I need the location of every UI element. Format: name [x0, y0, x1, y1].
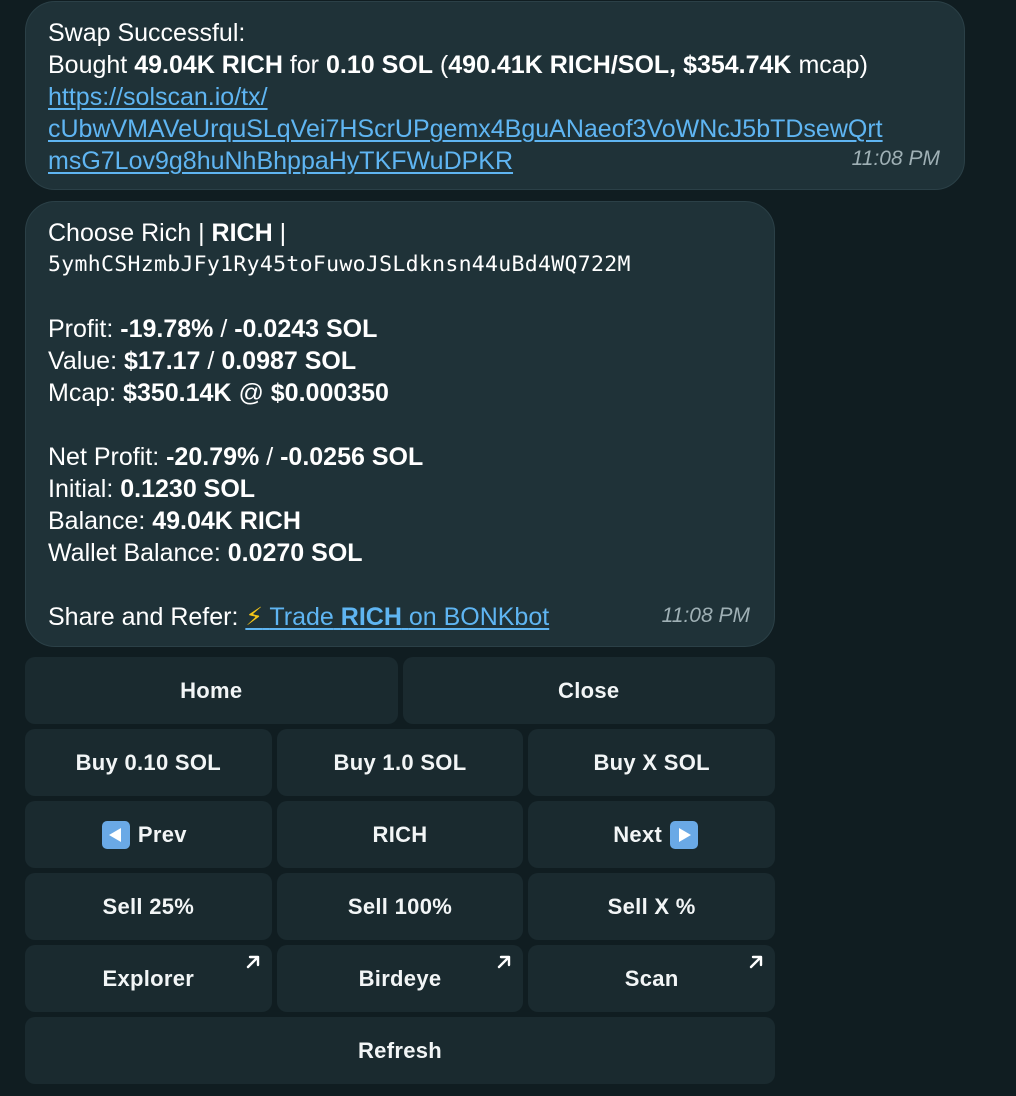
- net-profit-line: Net Profit: -20.79% / -0.0256 SOL: [48, 443, 424, 471]
- sell-25-button[interactable]: Sell 25%: [25, 873, 272, 940]
- swap-title: Swap Successful:: [48, 19, 246, 47]
- keyboard-row-6: Refresh: [25, 1017, 775, 1084]
- arrow-up-right-icon: [749, 955, 763, 969]
- refresh-button[interactable]: Refresh: [25, 1017, 775, 1084]
- sell-100-button[interactable]: Sell 100%: [276, 873, 524, 940]
- profit-line: Profit: -19.78% / -0.0243 SOL: [48, 315, 378, 343]
- right-triangle-icon: [670, 820, 699, 849]
- next-button[interactable]: Next: [528, 801, 776, 868]
- sell-x-button[interactable]: Sell X %: [528, 873, 776, 940]
- buy-1.0-sol-button[interactable]: Buy 1.0 SOL: [276, 729, 524, 796]
- swap-success-message: Swap Successful: Bought 49.04K RICH for …: [25, 1, 965, 190]
- keyboard-row-2: Buy 0.10 SOL Buy 1.0 SOL Buy X SOL: [25, 729, 776, 796]
- wallet-balance-line: Wallet Balance: 0.0270 SOL: [48, 539, 363, 567]
- message-timestamp: 11:08 PM: [851, 147, 940, 170]
- close-button[interactable]: Close: [402, 657, 775, 724]
- buy-x-sol-button[interactable]: Buy X SOL: [528, 729, 776, 796]
- share-line: Share and Refer: ⚡ Trade RICH on BONKbot: [48, 603, 550, 631]
- trade-bonkbot-link[interactable]: ⚡ Trade RICH on BONKbot: [245, 603, 549, 631]
- message-timestamp: 11:08 PM: [661, 604, 750, 627]
- mcap-line: Mcap: $350.14K @ $0.000350: [48, 379, 389, 407]
- keyboard-row-3: Prev RICH Next: [25, 801, 776, 868]
- chat-view: Swap Successful: Bought 49.04K RICH for …: [0, 0, 1016, 1096]
- solscan-link-line-3[interactable]: msG7Lov9g8huNhBhppaHyTKFWuDPKR: [48, 145, 942, 177]
- balance-line: Balance: 49.04K RICH: [48, 507, 301, 535]
- prev-button[interactable]: Prev: [25, 801, 272, 868]
- arrow-up-right-icon: [498, 955, 511, 969]
- swap-mcap: $354.74K: [683, 51, 792, 79]
- solscan-link-line-1[interactable]: https://solscan.io/tx/: [48, 81, 942, 113]
- token-symbol: RICH: [211, 219, 273, 247]
- bought-amount: 49.04K RICH: [134, 51, 283, 79]
- value-line: Value: $17.17 / 0.0987 SOL: [48, 347, 357, 375]
- left-triangle-icon: [101, 820, 130, 849]
- token-header: Choose Rich | RICH |: [48, 219, 287, 247]
- inline-keyboard: Home Close Buy 0.10 SOL Buy 1.0 SOL Buy …: [25, 657, 776, 1089]
- swap-rate: 490.41K RICH/SOL,: [448, 51, 677, 79]
- sol-amount: 0.10 SOL: [325, 51, 433, 79]
- solscan-link-line-2[interactable]: cUbwVMAVeUrquSLqVei7HScrUPgemx4BguANaeof…: [48, 113, 942, 145]
- arrow-up-right-icon: [246, 955, 259, 969]
- explorer-button[interactable]: Explorer: [25, 945, 272, 1012]
- token-position-message: Choose Rich | RICH | 5ymhCSHzmbJFy1Ry45t…: [25, 201, 775, 647]
- initial-line: Initial: 0.1230 SOL: [48, 475, 256, 503]
- keyboard-row-1: Home Close: [25, 657, 775, 724]
- scan-button[interactable]: Scan: [528, 945, 776, 1012]
- token-button[interactable]: RICH: [276, 801, 524, 868]
- keyboard-row-5: Explorer Birdeye Scan: [25, 945, 776, 1012]
- swap-details: Bought 49.04K RICH for 0.10 SOL (490.41K…: [48, 51, 868, 79]
- birdeye-button[interactable]: Birdeye: [276, 945, 524, 1012]
- token-address[interactable]: 5ymhCSHzmbJFy1Ry45toFuwoJSLdknsn44uBd4WQ…: [48, 249, 752, 281]
- lightning-icon: ⚡: [245, 603, 263, 631]
- home-button[interactable]: Home: [25, 657, 398, 724]
- keyboard-row-4: Sell 25% Sell 100% Sell X %: [25, 873, 776, 940]
- buy-0.10-sol-button[interactable]: Buy 0.10 SOL: [25, 729, 272, 796]
